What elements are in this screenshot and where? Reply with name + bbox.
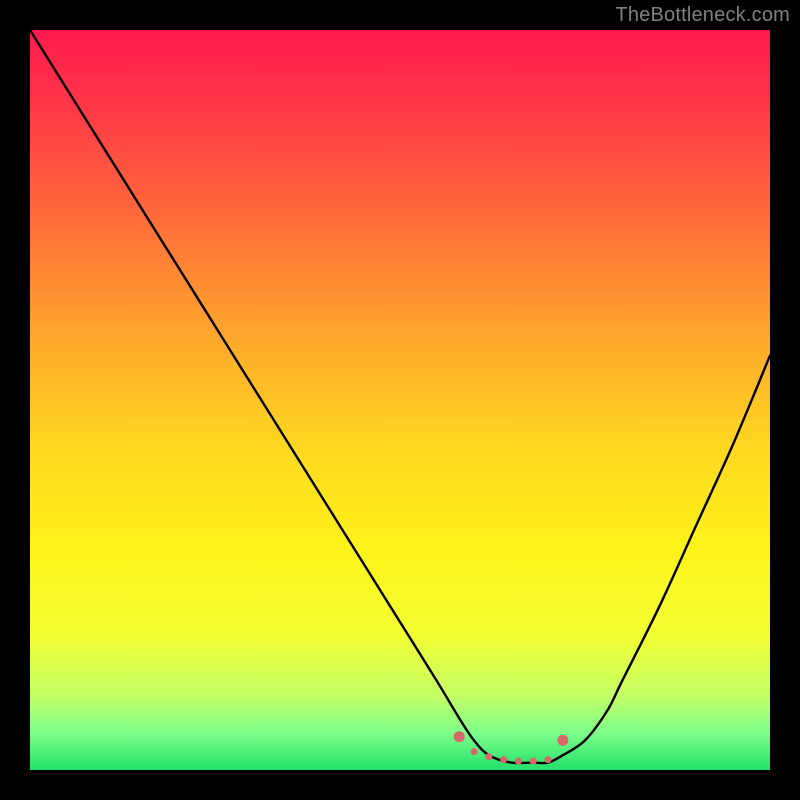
chart-plot-area	[30, 30, 770, 770]
highlight-marker	[530, 758, 537, 765]
highlight-marker	[557, 735, 568, 746]
highlight-marker	[545, 756, 552, 763]
chart-curve-layer	[30, 30, 770, 770]
highlight-marker	[485, 753, 492, 760]
attribution-text: TheBottleneck.com	[615, 4, 790, 27]
highlight-marker	[500, 756, 507, 763]
bottleneck-curve	[30, 30, 770, 763]
highlight-marker	[471, 748, 478, 755]
highlight-marker	[515, 758, 522, 765]
highlight-marker	[454, 731, 465, 742]
